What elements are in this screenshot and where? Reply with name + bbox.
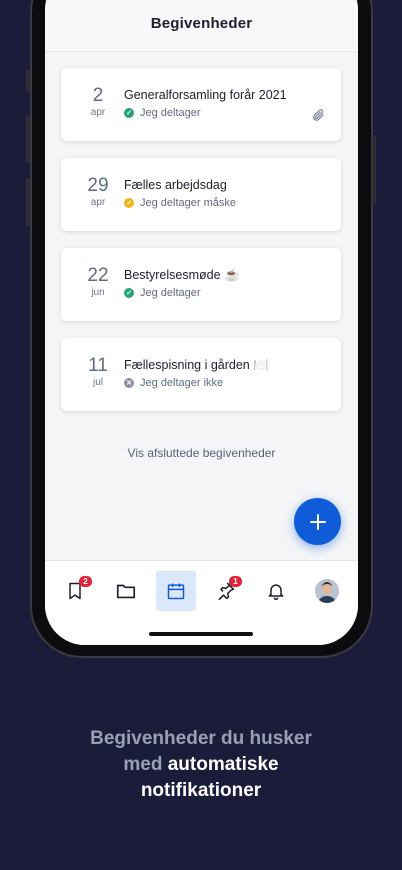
event-title: Fællespisning i gården 🍽️ [124,358,269,372]
check-icon: ✓ [124,288,134,298]
caption-highlight-text: automatiske [167,754,279,775]
event-date: 29 apr [75,175,121,209]
tab-calendar[interactable] [156,571,196,611]
event-status-text: Jeg deltager måske [140,197,236,209]
event-month: apr [90,197,106,208]
event-date: 11 jul [75,355,121,389]
event-card[interactable]: 2 apr Generalforsamling forår 2021 ✓ Jeg… [61,68,341,141]
event-card[interactable]: 11 jul Fællespisning i gården 🍽️ ✕ Jeg d… [61,338,341,411]
event-status-text: Jeg deltager [140,287,201,299]
phone-side-button [26,70,30,92]
plus-icon [309,513,326,530]
event-day: 11 [88,355,108,376]
event-date: 2 apr [75,85,121,119]
event-card[interactable]: 22 jun Bestyrelsesmøde ☕ ✓ Jeg deltager [61,248,341,321]
event-status: ✓ Jeg deltager [124,107,201,119]
avatar [315,579,339,603]
event-date: 22 jun [75,265,121,299]
folder-icon [116,584,136,599]
event-title: Bestyrelsesmøde ☕ [124,268,240,282]
phone-volume-up-button [26,115,30,163]
phone-volume-down-button [26,178,30,226]
user-photo-icon [315,579,339,603]
check-icon: ✓ [124,108,134,118]
app-screen: Begivenheder 2 apr Generalforsamling for… [45,0,358,645]
marketing-caption: Begivenheder du husker med automatiske n… [0,726,402,804]
caption-muted-text: med [123,754,168,775]
event-month: jun [91,287,105,298]
phone-power-button [372,135,376,205]
event-month: jul [92,377,103,388]
notification-badge: 2 [79,576,92,587]
caption-line-3: notifikationer [140,780,262,801]
notification-badge: 1 [229,576,242,587]
tab-pin[interactable]: 1 [206,571,246,611]
event-status-text: Jeg deltager ikke [140,377,224,389]
paperclip-icon [313,109,324,121]
event-status-text: Jeg deltager [140,107,201,119]
event-day: 22 [87,265,109,286]
event-day: 2 [92,85,104,106]
calendar-icon [167,583,185,600]
caption-line-2: med automatiske [0,752,402,778]
tab-bookmarks[interactable]: 2 [55,571,95,611]
event-status: ✕ Jeg deltager ikke [124,377,223,389]
event-status: ✓ Jeg deltager måske [124,197,236,209]
caption-line-1: Begivenheder du husker [90,728,312,749]
x-icon: ✕ [124,378,134,388]
home-indicator [149,632,253,636]
event-title: Generalforsamling forår 2021 [124,88,287,102]
bell-icon [268,584,284,601]
event-status: ✓ Jeg deltager [124,287,201,299]
app-header: Begivenheder [45,0,358,52]
tab-notifications[interactable] [256,571,296,611]
check-icon: ✓ [124,198,134,208]
event-card[interactable]: 29 apr Fælles arbejdsdag ✓ Jeg deltager … [61,158,341,231]
show-finished-events-link[interactable]: Vis afsluttede begivenheder [45,446,358,460]
event-title: Fælles arbejdsdag [124,178,227,192]
event-month: apr [90,107,106,118]
tab-folder[interactable] [106,571,146,611]
event-day: 29 [87,175,109,196]
tab-profile[interactable] [307,571,347,611]
page-title: Begivenheder [150,15,253,32]
add-event-button[interactable] [294,498,341,545]
